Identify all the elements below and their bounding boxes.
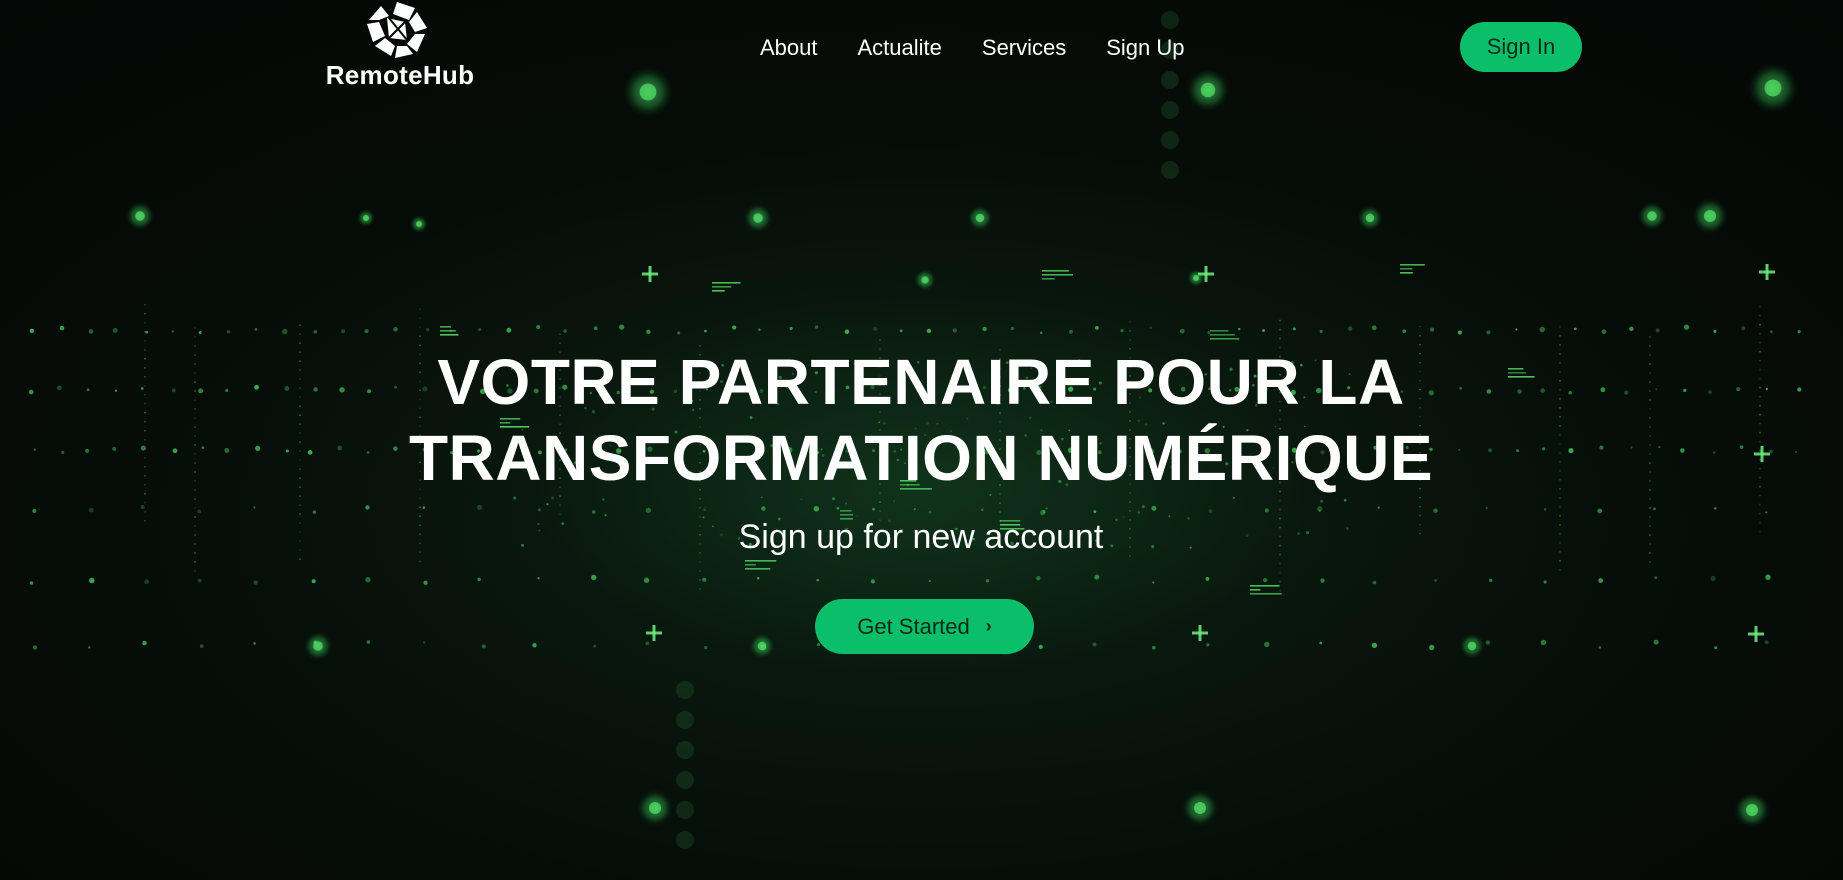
remotehub-logo-icon — [367, 2, 427, 58]
nav-item-about[interactable]: About — [760, 35, 818, 61]
sign-in-button[interactable]: Sign In — [1460, 22, 1582, 72]
hero-subtitle: Sign up for new account — [738, 518, 1104, 556]
nav-item-services[interactable]: Services — [982, 35, 1066, 61]
nav-item-actualite[interactable]: Actualite — [858, 35, 942, 61]
hero-title: VOTRE PARTENAIRE POUR LA TRANSFORMATION … — [221, 344, 1621, 496]
brand-name: RemoteHub — [325, 60, 475, 90]
nav-item-sign-up[interactable]: Sign Up — [1106, 35, 1184, 61]
brand-logo[interactable]: RemoteHub — [320, 0, 480, 95]
site-header: RemoteHub About Actualite Services Sign … — [0, 0, 1843, 100]
hero-section: RemoteHub About Actualite Services Sign … — [0, 0, 1843, 880]
hero-title-line-2: TRANSFORMATION NUMÉRIQUE — [408, 422, 1434, 494]
get-started-label: Get Started — [857, 613, 970, 639]
main-nav: About Actualite Services Sign Up — [760, 28, 1185, 68]
chevron-right-icon: › — [985, 616, 992, 636]
get-started-button[interactable]: Get Started › — [815, 599, 1034, 654]
hero-title-line-1: VOTRE PARTENAIRE POUR LA — [437, 346, 1405, 418]
